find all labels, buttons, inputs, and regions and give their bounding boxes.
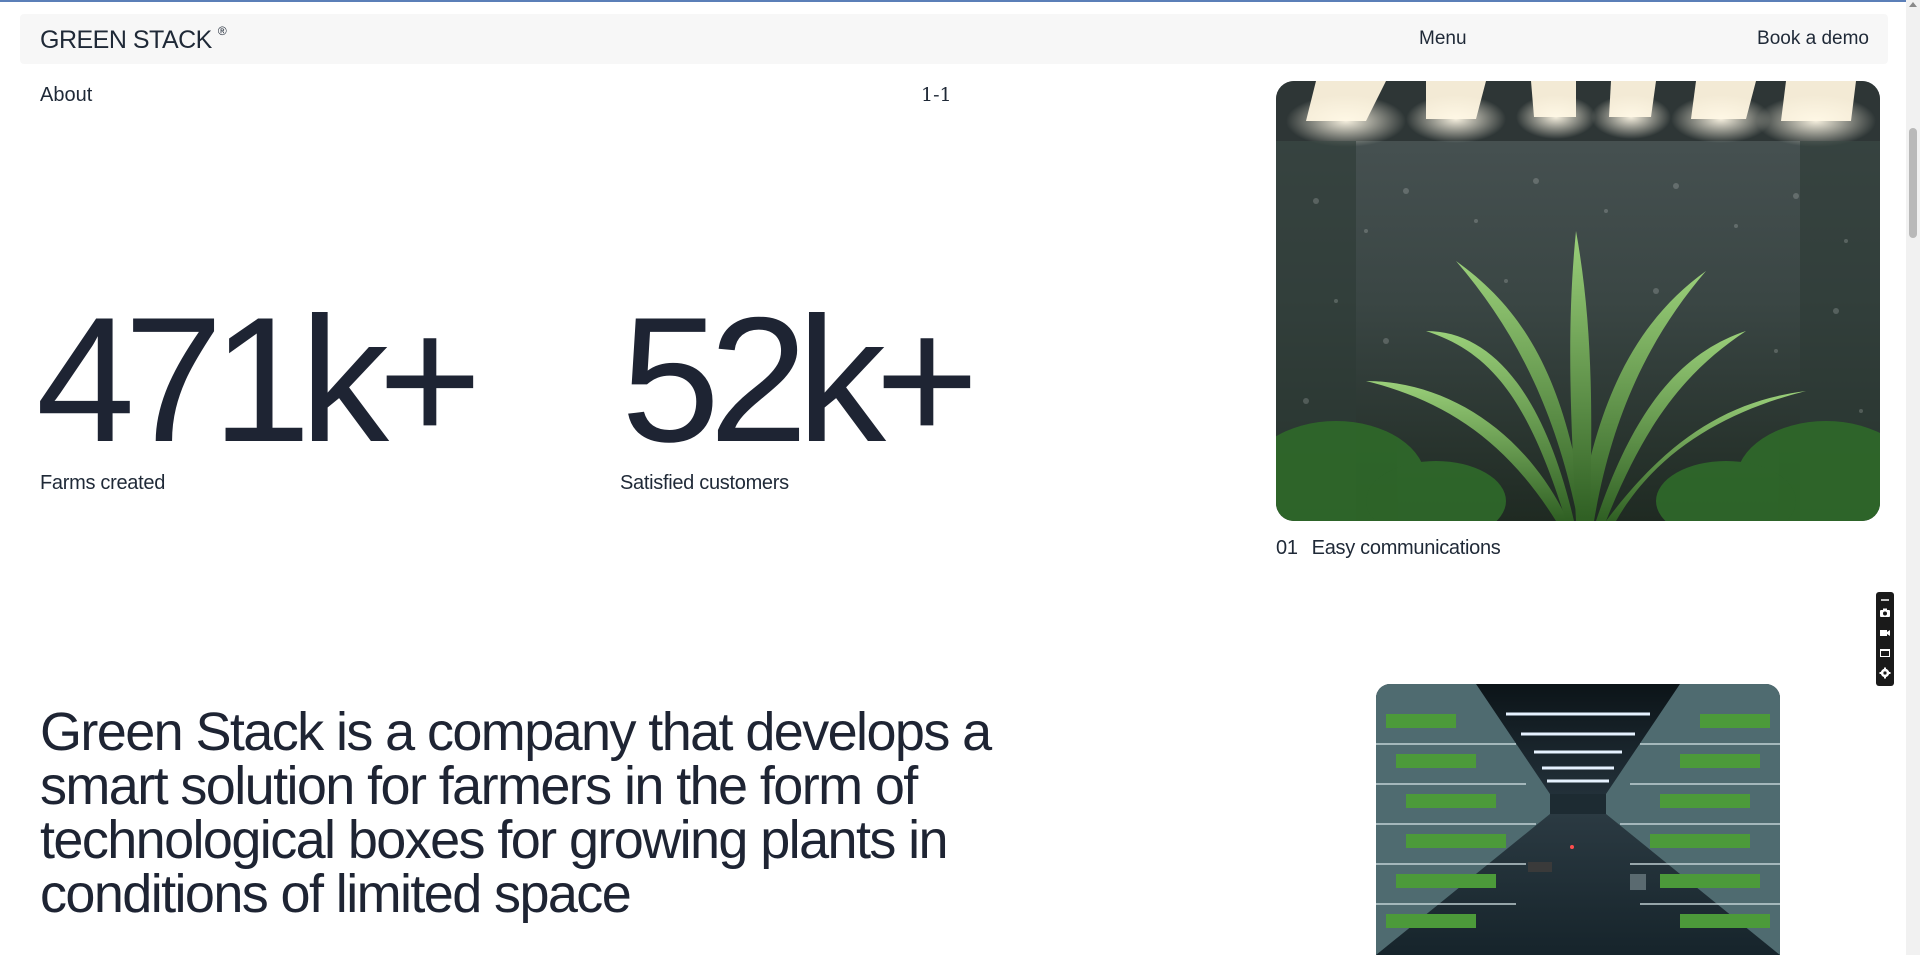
video-icon[interactable]	[1879, 627, 1891, 639]
camera-icon[interactable]	[1879, 607, 1891, 619]
brand-logo[interactable]: GREEN STACK ®	[40, 23, 227, 55]
feature-number: 01	[1276, 537, 1298, 559]
window-top-border	[0, 0, 1920, 2]
stat-farms-label: Farms created	[40, 472, 166, 494]
hero-plant-image	[1276, 81, 1880, 521]
registered-mark: ®	[217, 23, 227, 38]
stat-customers-value: 52k+	[621, 280, 979, 479]
screen-capture-toolbar	[1876, 592, 1894, 686]
scroll-up-arrow-icon[interactable]	[1909, 2, 1917, 7]
gear-icon[interactable]	[1879, 667, 1891, 679]
feature-caption: 01 Easy communications	[1276, 537, 1501, 560]
toolbar-handle-icon[interactable]	[1879, 594, 1891, 606]
site-header: GREEN STACK ® Menu Book a demo	[20, 14, 1888, 64]
brand-name: GREEN STACK	[40, 26, 212, 54]
section-title: About	[40, 84, 93, 106]
page-scrollbar[interactable]	[1906, 0, 1920, 955]
scrollbar-thumb[interactable]	[1909, 128, 1917, 238]
feature-title: Easy communications	[1311, 537, 1501, 559]
window-icon[interactable]	[1879, 647, 1891, 659]
stat-farms-value: 471k+	[36, 280, 482, 479]
menu-button[interactable]: Menu	[1419, 28, 1467, 50]
company-tagline: Green Stack is a company that develops a…	[40, 702, 992, 924]
slide-counter: 1-1	[921, 84, 952, 106]
vertical-farm-image	[1376, 684, 1780, 955]
book-demo-button[interactable]: Book a demo	[1757, 28, 1869, 50]
stat-customers-label: Satisfied customers	[620, 472, 789, 494]
